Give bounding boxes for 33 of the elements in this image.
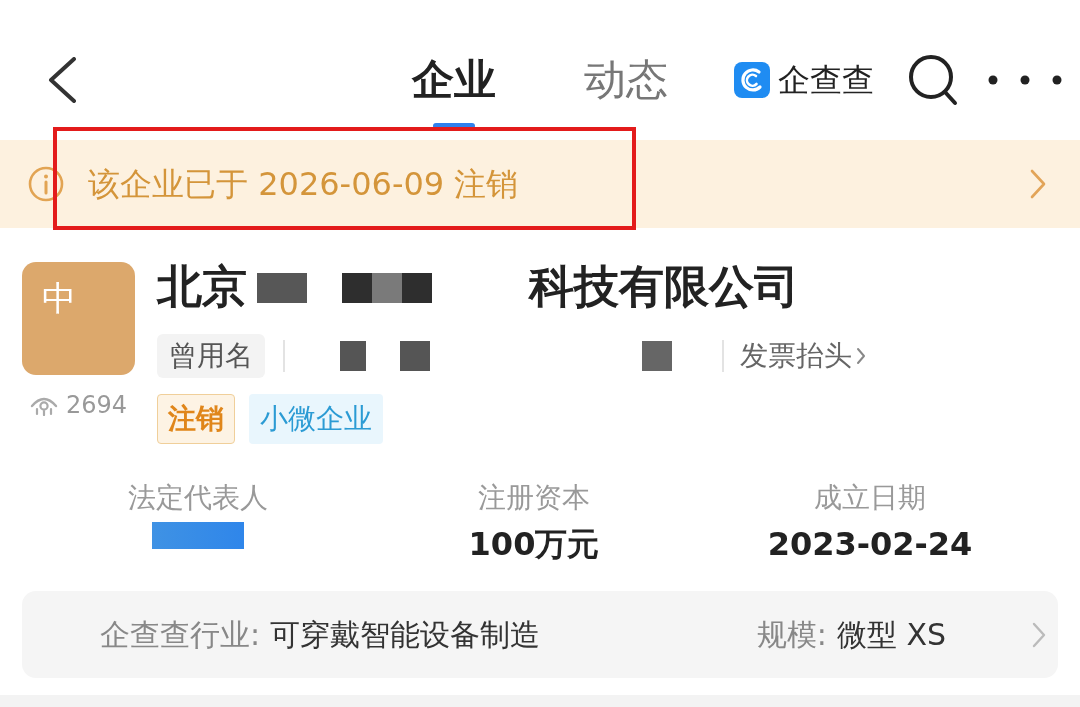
industry-value: 可穿戴智能设备制造 xyxy=(270,615,541,654)
fact-value: 2023-02-24 xyxy=(767,524,973,564)
former-name-label: 曾用名 xyxy=(157,334,265,378)
fact-label: 成立日期 xyxy=(814,480,926,516)
industry-label: 企查查行业: xyxy=(100,615,261,654)
fact-value: 100万元 xyxy=(468,524,600,564)
search-icon xyxy=(908,54,958,106)
scale-value: 微型 XS xyxy=(836,615,946,654)
scale-label: 规模: xyxy=(756,615,827,654)
more-button[interactable] xyxy=(988,75,1062,85)
industry-bar[interactable]: 企查查行业: 可穿戴智能设备制造 规模: 微型 XS xyxy=(22,591,1058,678)
invoice-title-link[interactable]: 发票抬头 xyxy=(740,336,866,376)
notice-text: 该企业已于 2026-06-09 注销 xyxy=(88,164,519,204)
company-tag: 小微企业 xyxy=(249,394,383,444)
more-icon xyxy=(988,75,1062,85)
company-name-start: 北京 xyxy=(157,259,247,315)
chevron-right-icon xyxy=(1030,169,1046,199)
view-count: 2694 xyxy=(65,391,128,419)
chevron-right-icon xyxy=(1032,621,1046,648)
back-button[interactable] xyxy=(47,57,77,103)
company-tag: 注销 xyxy=(157,394,235,444)
search-button[interactable] xyxy=(908,54,958,106)
fact-label: 法定代表人 xyxy=(128,480,268,516)
info-icon xyxy=(28,166,64,202)
back-icon xyxy=(47,57,77,103)
chevron-right-icon xyxy=(856,347,866,365)
tab[interactable]: 企业 xyxy=(412,31,496,129)
company-name-end: 科技有限公司 xyxy=(529,259,799,315)
brand-name: 企查查 xyxy=(778,60,874,100)
fact-label: 注册资本 xyxy=(478,480,590,516)
tab[interactable]: 动态 xyxy=(584,31,668,129)
company-logo: 中 xyxy=(22,262,135,375)
brand-logo-icon xyxy=(734,62,770,98)
